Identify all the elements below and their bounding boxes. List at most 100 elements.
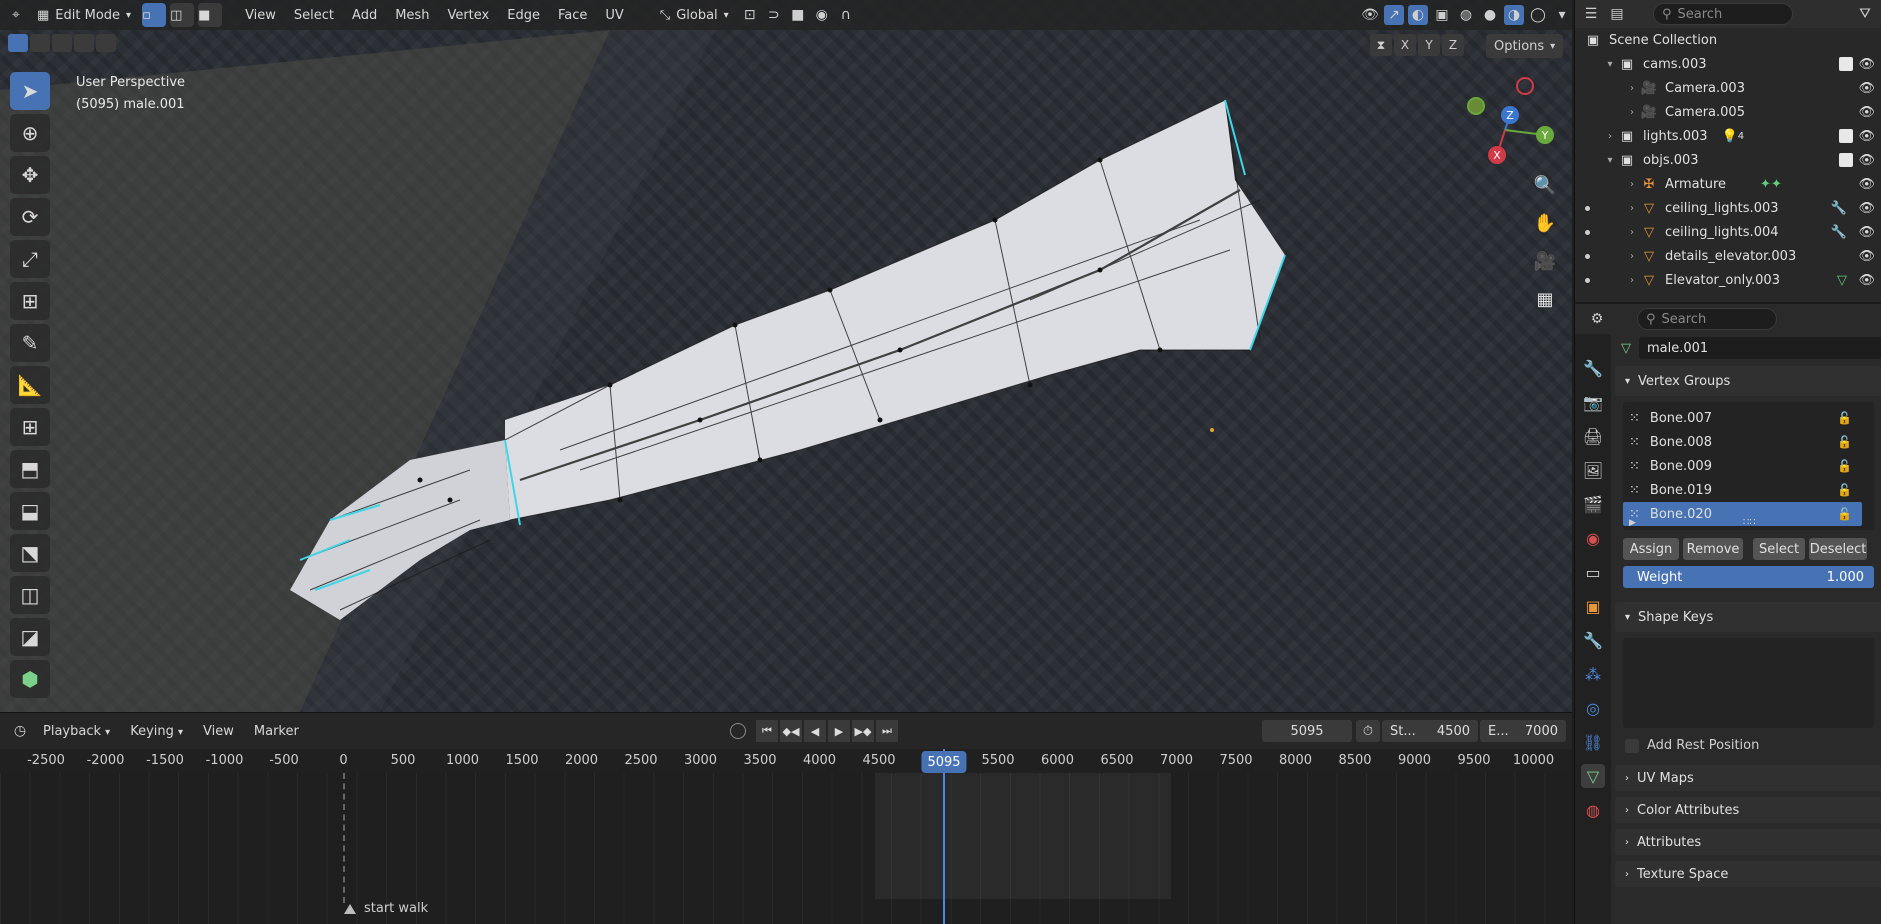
attributes-panel-header[interactable]: › Attributes bbox=[1615, 829, 1881, 855]
list-item[interactable]: ⁙ Bone.019 🔓 bbox=[1623, 478, 1874, 502]
expand-arrow-icon[interactable]: ▶ bbox=[1629, 518, 1636, 528]
menu-keying[interactable]: Keying ▾ bbox=[123, 724, 190, 739]
list-item[interactable]: ⁙ Bone.008 🔓 bbox=[1623, 430, 1874, 454]
list-item[interactable]: ⁙ Bone.007 🔓 bbox=[1623, 406, 1874, 430]
weight-slider[interactable]: Weight 1.000 bbox=[1623, 566, 1874, 588]
color-attributes-panel-header[interactable]: › Color Attributes bbox=[1615, 797, 1881, 823]
timeline-tracks[interactable] bbox=[0, 773, 1572, 924]
expand-arrow-icon[interactable]: › bbox=[1625, 83, 1639, 94]
grid-view-icon[interactable]: ▦ bbox=[1530, 284, 1560, 314]
outliner-row-camera-003[interactable]: › 🎥 Camera.003 👁 bbox=[1575, 76, 1881, 100]
prev-keyframe-icon[interactable]: ◆◀ bbox=[780, 720, 802, 742]
object-tab-icon[interactable]: ▣ bbox=[1581, 594, 1605, 618]
remove-button[interactable]: Remove bbox=[1683, 538, 1743, 560]
axis-z-toggle[interactable]: Z bbox=[1442, 34, 1464, 56]
record-icon[interactable] bbox=[730, 723, 746, 739]
menu-view[interactable]: View bbox=[238, 8, 283, 23]
rotate-tool[interactable]: ⟳ bbox=[10, 198, 50, 236]
outliner-row-details-elevator[interactable]: › ▽ details_elevator.003 👁 bbox=[1575, 244, 1881, 268]
tool-tab-icon[interactable]: 🔧 bbox=[1581, 356, 1605, 380]
checkbox-icon[interactable] bbox=[1839, 153, 1853, 167]
eye-icon[interactable]: 👁 bbox=[1858, 177, 1875, 192]
expand-arrow-icon[interactable]: › bbox=[1625, 107, 1639, 118]
playhead-label[interactable]: 5095 bbox=[921, 751, 967, 773]
poly-build-tool[interactable]: ⬢ bbox=[10, 660, 50, 698]
world-tab-icon[interactable]: ◉ bbox=[1581, 526, 1605, 550]
snap-target-icon[interactable]: ■ bbox=[788, 5, 808, 25]
eye-icon[interactable]: 👁 bbox=[1858, 57, 1875, 72]
annotate-tool[interactable]: ✎ bbox=[10, 324, 50, 362]
stopwatch-icon[interactable]: ⏱ bbox=[1356, 720, 1380, 742]
mesh-data-tab-icon[interactable]: ▽ bbox=[1581, 764, 1605, 788]
menu-face[interactable]: Face bbox=[551, 8, 594, 23]
camera-view-icon[interactable]: 🎥 bbox=[1530, 246, 1560, 276]
end-frame-field[interactable]: E... 7000 bbox=[1480, 720, 1566, 742]
expand-arrow-icon[interactable]: › bbox=[1625, 227, 1639, 238]
outliner-row-armature[interactable]: › ✠ Armature ✦✦ 👁 bbox=[1575, 172, 1881, 196]
face-select-button[interactable]: ■ bbox=[198, 3, 223, 27]
filter-icon[interactable]: ⛛ bbox=[1855, 4, 1875, 24]
falloff-icon[interactable]: ∩ bbox=[836, 5, 856, 25]
select-box-tool[interactable]: ➤ bbox=[10, 72, 50, 110]
snap-icon[interactable]: ⊃ bbox=[764, 5, 784, 25]
expand-arrow-icon[interactable]: › bbox=[1625, 179, 1639, 190]
particles-tab-icon[interactable]: ⁂ bbox=[1581, 662, 1605, 686]
mode-dropdown[interactable]: ▦ Edit Mode ▾ bbox=[30, 3, 138, 27]
next-keyframe-icon[interactable]: ▶◆ bbox=[852, 720, 874, 742]
outliner-row-lights[interactable]: › ▣ lights.003 💡 4 👁 bbox=[1575, 124, 1881, 148]
expand-arrow-icon[interactable]: › bbox=[1625, 203, 1639, 214]
menu-view[interactable]: View bbox=[196, 724, 241, 739]
eye-icon[interactable]: 👁 bbox=[1858, 225, 1875, 240]
select-intersect-icon[interactable] bbox=[96, 34, 116, 52]
select-invert-icon[interactable] bbox=[74, 34, 94, 52]
cursor-tool[interactable]: ⊕ bbox=[10, 114, 50, 152]
eye-icon[interactable]: 👁 bbox=[1858, 153, 1875, 168]
jump-end-icon[interactable]: ⏭ bbox=[876, 720, 898, 742]
material-tab-icon[interactable]: ◍ bbox=[1581, 798, 1605, 822]
menu-select[interactable]: Select bbox=[287, 8, 341, 23]
jump-start-icon[interactable]: ⏮ bbox=[756, 720, 778, 742]
3d-viewport[interactable]: Z Y X ⌖ ▦ Edit Mode ▾ ▫ ◫ ■ View Select … bbox=[0, 0, 1572, 712]
outliner-row-ceiling-lights-003[interactable]: › ▽ ceiling_lights.003 🔧 👁 bbox=[1575, 196, 1881, 220]
expand-arrow-icon[interactable]: › bbox=[1625, 251, 1639, 262]
bevel-tool[interactable]: ⬔ bbox=[10, 534, 50, 572]
properties-search[interactable]: ⚲ Search bbox=[1637, 308, 1777, 330]
zoom-icon[interactable]: 🔍 bbox=[1530, 170, 1560, 200]
deselect-button[interactable]: Deselect bbox=[1809, 538, 1867, 560]
inset-tool[interactable]: ⬓ bbox=[10, 492, 50, 530]
select-button[interactable]: Select bbox=[1753, 538, 1805, 560]
shape-keys-panel-header[interactable]: ▾ Shape Keys bbox=[1615, 602, 1881, 632]
list-item[interactable]: ⁙ Bone.009 🔓 bbox=[1623, 454, 1874, 478]
visibility-icon[interactable]: 👁 bbox=[1360, 5, 1380, 25]
material-shading-icon[interactable]: ◑ bbox=[1504, 5, 1524, 25]
transform-tool[interactable]: ⊞ bbox=[10, 282, 50, 320]
uv-maps-panel-header[interactable]: › UV Maps bbox=[1615, 765, 1881, 791]
checkbox-icon[interactable] bbox=[1839, 129, 1853, 143]
select-extend-icon[interactable] bbox=[30, 34, 50, 52]
editor-type-icon[interactable]: ⚙ bbox=[1587, 309, 1607, 329]
proportional-edit-icon[interactable]: ◉ bbox=[812, 5, 832, 25]
play-reverse-icon[interactable]: ◀ bbox=[804, 720, 826, 742]
resize-handle-icon[interactable]: ∷∷ bbox=[1743, 517, 1756, 528]
timeline-marker[interactable]: start walk bbox=[344, 901, 428, 916]
eye-icon[interactable]: 👁 bbox=[1858, 81, 1875, 96]
outliner-search[interactable]: ⚲ Search bbox=[1653, 3, 1793, 25]
menu-marker[interactable]: Marker bbox=[247, 724, 306, 739]
measure-tool[interactable]: 📐 bbox=[10, 366, 50, 404]
orientation-dropdown[interactable]: ⤡ Global ▾ bbox=[653, 3, 736, 27]
edge-select-button[interactable]: ◫ bbox=[170, 3, 195, 27]
vertex-group-list[interactable]: ⁙ Bone.007 🔓 ⁙ Bone.008 🔓 ⁙ Bone.009 🔓 ⁙ Bone.0… bbox=[1623, 402, 1874, 530]
checkbox-icon[interactable] bbox=[1839, 57, 1853, 71]
expand-arrow-icon[interactable]: ▾ bbox=[1603, 59, 1617, 70]
xray-icon[interactable]: ▣ bbox=[1432, 5, 1452, 25]
expand-arrow-icon[interactable]: › bbox=[1603, 131, 1617, 142]
display-mode-icon[interactable]: ▤ bbox=[1607, 4, 1627, 24]
start-frame-field[interactable]: St... 4500 bbox=[1382, 720, 1478, 742]
outliner-row-objs[interactable]: ▾ ▣ objs.003 👁 bbox=[1575, 148, 1881, 172]
overlay-icon[interactable]: ◐ bbox=[1408, 5, 1428, 25]
render-tab-icon[interactable]: 📷 bbox=[1581, 390, 1605, 414]
current-frame-field[interactable]: 5095 bbox=[1262, 720, 1352, 742]
menu-playback[interactable]: Playback ▾ bbox=[36, 724, 117, 739]
axis-x-toggle[interactable]: X bbox=[1394, 34, 1416, 56]
wireframe-shading-icon[interactable]: ◍ bbox=[1456, 5, 1476, 25]
